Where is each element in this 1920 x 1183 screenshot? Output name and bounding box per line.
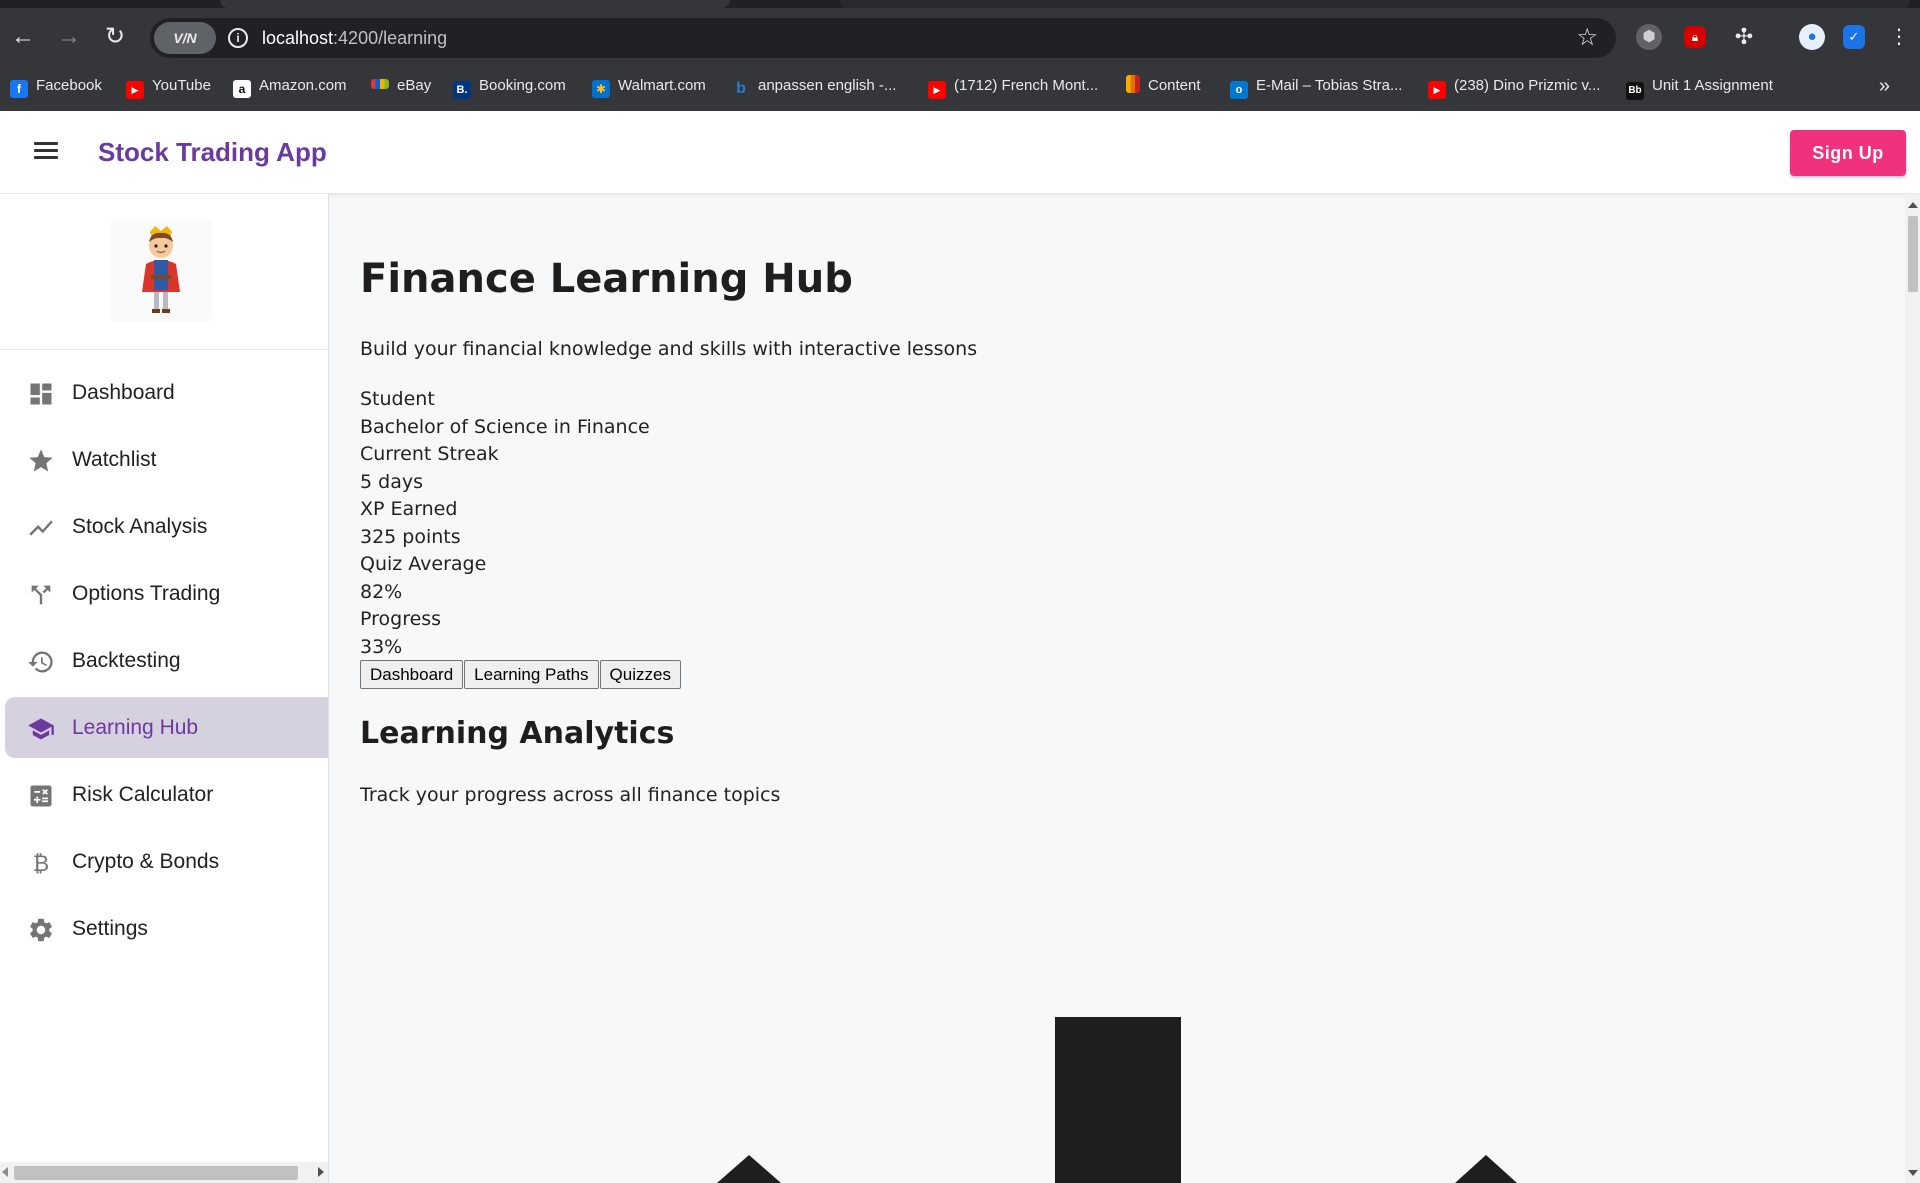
calculator-icon: [30, 785, 52, 807]
vpn-icon[interactable]: V/N: [154, 22, 216, 54]
amazon-icon: a: [233, 80, 251, 98]
oversized-icons: [717, 1017, 1517, 1183]
sidebar-item-label: Settings: [72, 917, 148, 940]
dashboard-icon: [30, 383, 52, 405]
avatar[interactable]: [110, 220, 212, 322]
blackboard-icon: Bb: [1626, 82, 1644, 100]
bookmark-french-mont[interactable]: ▶ (1712) French Mont...: [928, 72, 1098, 100]
browser-tab[interactable]: [220, 0, 730, 8]
sidebar-item-crypto-bonds[interactable]: ₿ Crypto & Bonds: [5, 831, 328, 892]
back-icon[interactable]: ←: [8, 22, 38, 52]
sidebar-item-backtesting[interactable]: Backtesting: [5, 630, 328, 691]
sidebar-item-stock-analysis[interactable]: Stock Analysis: [5, 496, 328, 557]
security-check-icon[interactable]: ✓: [1843, 25, 1865, 49]
bookmark-dino-prizmic[interactable]: ▶ (238) Dino Prizmic v...: [1428, 72, 1600, 100]
bookmark-facebook[interactable]: f Facebook: [10, 72, 102, 100]
youtube-icon: ▶: [1428, 81, 1446, 99]
history-icon: [28, 651, 53, 673]
bookmark-youtube[interactable]: ▶ YouTube: [126, 72, 211, 100]
avatar-character-icon: [142, 226, 180, 313]
site-info-icon[interactable]: i: [228, 28, 248, 48]
lock-extension-icon[interactable]: 🔒︎: [1684, 26, 1706, 48]
sign-up-button[interactable]: Sign Up: [1790, 130, 1906, 176]
sidebar-item-label: Watchlist: [72, 448, 157, 471]
svg-text:₿: ₿: [33, 851, 49, 877]
booking-icon: B.: [453, 81, 471, 99]
scroll-left-arrow-icon[interactable]: [2, 1167, 8, 1177]
sidebar-item-watchlist[interactable]: Watchlist: [5, 429, 328, 490]
scroll-up-arrow-icon[interactable]: [1908, 202, 1918, 208]
sidebar-item-label: Risk Calculator: [72, 783, 214, 806]
shield-extension-icon[interactable]: ⬢: [1636, 24, 1662, 50]
sidebar-item-options-trading[interactable]: Options Trading: [5, 563, 328, 624]
url-text[interactable]: localhost:4200/learning: [262, 18, 447, 58]
bookmark-booking[interactable]: B. Booking.com: [453, 72, 566, 100]
kebab-menu-icon[interactable]: ⋮: [1886, 24, 1912, 50]
analytics-icon: [1126, 75, 1140, 93]
bookmark-bing[interactable]: b anpassen english -...: [732, 72, 896, 100]
trending-line-icon: [29, 520, 53, 536]
sidebar-item-dashboard[interactable]: Dashboard: [5, 362, 328, 423]
ebay-icon: [371, 79, 389, 89]
bookmark-unit-1-assignment[interactable]: Bb Unit 1 Assignment: [1626, 72, 1773, 100]
gear-icon: [30, 918, 52, 942]
star-icon: [29, 449, 53, 472]
bing-icon: b: [736, 80, 746, 97]
bookmarks-bar: f Facebook ▶ YouTube a Amazon.com eBay B. Bo…: [0, 72, 1920, 104]
bar-block-icon: [1055, 1017, 1181, 1183]
app-header: Stock Trading App Sign Up: [0, 111, 1920, 194]
school-icon: [28, 718, 54, 740]
sidebar-item-label: Stock Analysis: [72, 515, 208, 538]
bookmark-email[interactable]: o E-Mail – Tobias Stra...: [1230, 72, 1402, 100]
main-content: Finance Learning Hub Build your financia…: [329, 194, 1905, 1183]
scroll-down-arrow-icon[interactable]: [1908, 1170, 1918, 1176]
sidebar: Dashboard Watchlist Stock Analysis Optio…: [0, 194, 329, 1183]
tab-strip: [0, 0, 1920, 8]
bookmark-content[interactable]: Content: [1126, 72, 1201, 100]
profile-avatar-icon[interactable]: ●: [1799, 24, 1825, 50]
outlook-icon: o: [1230, 81, 1248, 99]
sidebar-item-label: Learning Hub: [72, 716, 199, 739]
scrollbar-thumb[interactable]: [1908, 216, 1918, 292]
browser-tab[interactable]: [840, 0, 1910, 8]
scroll-right-arrow-icon[interactable]: [318, 1167, 324, 1177]
browser-toolbar: ← → ↻ V/N i localhost:4200/learning ☆ ⬢ …: [0, 0, 1920, 111]
youtube-icon: ▶: [928, 81, 946, 99]
sidebar-item-label: Backtesting: [72, 649, 181, 672]
puzzle-extensions-icon[interactable]: ✣: [1731, 24, 1757, 50]
sidebar-item-risk-calculator[interactable]: Risk Calculator: [5, 764, 328, 825]
sidebar-item-settings[interactable]: Settings: [5, 898, 328, 959]
bookmark-amazon[interactable]: a Amazon.com: [233, 72, 347, 100]
sidebar-horizontal-scrollbar[interactable]: [0, 1162, 328, 1183]
bitcoin-icon: ₿: [33, 851, 49, 877]
sidebar-divider: [0, 349, 328, 350]
sidebar-item-label: Dashboard: [72, 381, 175, 404]
facebook-icon: f: [10, 80, 28, 98]
bookmark-walmart[interactable]: ✱ Walmart.com: [592, 72, 706, 100]
hamburger-menu-icon[interactable]: [30, 139, 62, 167]
reload-icon[interactable]: ↻: [100, 22, 130, 52]
bookmark-ebay[interactable]: eBay: [371, 72, 431, 100]
bookmark-star-icon[interactable]: ☆: [1576, 24, 1598, 52]
youtube-icon: ▶: [126, 81, 144, 99]
sidebar-item-label: Crypto & Bonds: [72, 850, 220, 873]
address-bar[interactable]: V/N i localhost:4200/learning ☆: [150, 18, 1616, 58]
forward-icon[interactable]: →: [54, 22, 84, 52]
sidebar-item-learning-hub[interactable]: Learning Hub: [5, 697, 328, 758]
scrollbar-thumb[interactable]: [14, 1166, 298, 1180]
main-vertical-scrollbar[interactable]: [1905, 194, 1920, 1183]
sidebar-item-label: Options Trading: [72, 582, 221, 605]
walmart-icon: ✱: [592, 80, 610, 98]
bookmarks-overflow-icon[interactable]: »: [1879, 72, 1890, 100]
caret-up-icon: [717, 1155, 781, 1183]
call-split-icon: [31, 585, 51, 605]
app-title: Stock Trading App: [98, 137, 327, 167]
caret-up-icon: [1455, 1155, 1517, 1183]
